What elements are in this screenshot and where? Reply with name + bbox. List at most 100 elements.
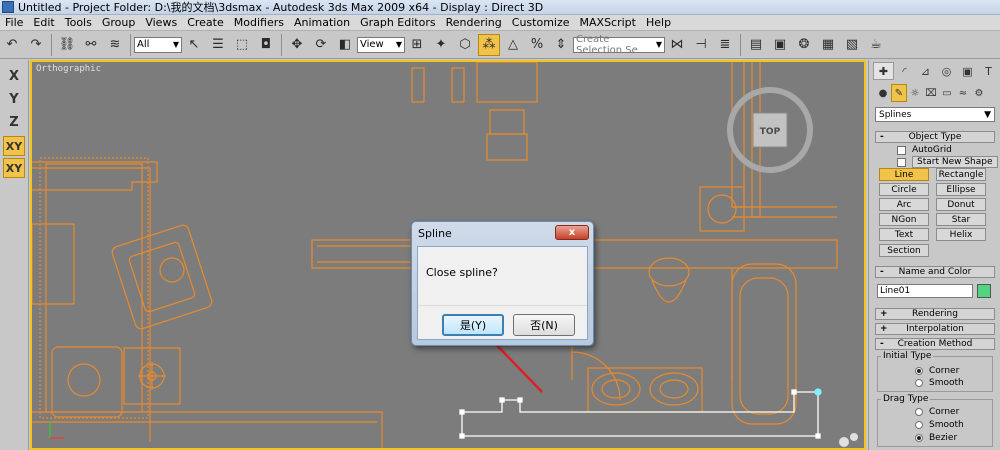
- utilities-tab-icon[interactable]: T: [978, 62, 999, 80]
- rendering-rollout[interactable]: + Rendering: [875, 308, 995, 320]
- arc-button[interactable]: Arc: [879, 198, 929, 211]
- space-warps-icon[interactable]: ≈: [955, 84, 971, 102]
- material-editor-icon[interactable]: ❂: [793, 34, 815, 56]
- angle-snap-icon[interactable]: △: [502, 34, 524, 56]
- menu-graph-editors[interactable]: Graph Editors: [355, 16, 441, 29]
- layer-manager-icon[interactable]: ≣: [714, 34, 736, 56]
- mirror-icon[interactable]: ⋈: [666, 34, 688, 56]
- select-by-name-icon[interactable]: ☰: [207, 34, 229, 56]
- rectangular-selection-icon[interactable]: ⬚: [231, 34, 253, 56]
- pivot-center-icon[interactable]: ⊞: [406, 34, 428, 56]
- keyboard-shortcut-icon[interactable]: ⬡: [454, 34, 476, 56]
- named-selection-set-field[interactable]: Create Selection Se ▼: [573, 34, 665, 56]
- donut-button[interactable]: Donut: [936, 198, 986, 211]
- line-button[interactable]: Line: [879, 168, 929, 181]
- render-frame-icon[interactable]: ▧: [841, 34, 863, 56]
- name-and-color-rollout[interactable]: - Name and Color: [875, 266, 995, 278]
- align-icon[interactable]: ⊣: [690, 34, 712, 56]
- axis-xy-cycle-button[interactable]: XY: [3, 158, 25, 178]
- select-and-move-icon[interactable]: ✥: [286, 34, 308, 56]
- window-crossing-icon[interactable]: ◘: [255, 34, 277, 56]
- select-and-rotate-icon[interactable]: ⟳: [310, 34, 332, 56]
- close-icon[interactable]: x: [555, 225, 589, 240]
- select-manipulate-icon[interactable]: ✦: [430, 34, 452, 56]
- geometry-icon[interactable]: ●: [875, 84, 891, 102]
- curve-editor-icon[interactable]: ▤: [745, 34, 767, 56]
- systems-icon[interactable]: ⚙: [971, 84, 987, 102]
- redo-icon[interactable]: ↷: [25, 34, 47, 56]
- initial-smooth-radio-row[interactable]: Smooth: [915, 378, 964, 388]
- render-setup-icon[interactable]: ▦: [817, 34, 839, 56]
- lights-icon[interactable]: ☼: [907, 84, 923, 102]
- menu-animation[interactable]: Animation: [289, 16, 355, 29]
- menu-views[interactable]: Views: [140, 16, 182, 29]
- drag-smooth-radio-row[interactable]: Smooth: [915, 420, 964, 430]
- modify-tab-icon[interactable]: ◜: [894, 62, 915, 80]
- menu-help[interactable]: Help: [641, 16, 676, 29]
- text-button[interactable]: Text: [879, 228, 929, 241]
- undo-icon[interactable]: ↶: [1, 34, 23, 56]
- start-new-shape-checkbox[interactable]: [897, 157, 906, 167]
- autogrid-checkbox-row[interactable]: AutoGrid: [897, 145, 952, 155]
- helpers-icon[interactable]: ▭: [939, 84, 955, 102]
- axis-xy-button[interactable]: XY: [3, 136, 25, 156]
- initial-corner-radio-row[interactable]: Corner: [915, 366, 959, 376]
- axis-z-button[interactable]: Z: [3, 112, 25, 132]
- initial-smooth-radio[interactable]: [915, 379, 923, 387]
- drag-bezier-radio[interactable]: [915, 434, 923, 442]
- drag-corner-radio[interactable]: [915, 408, 923, 416]
- axis-y-button[interactable]: Y: [3, 89, 25, 109]
- helix-button[interactable]: Helix: [936, 228, 986, 241]
- display-tab-icon[interactable]: ▣: [957, 62, 978, 80]
- interpolation-rollout[interactable]: + Interpolation: [875, 323, 995, 335]
- render-production-icon[interactable]: ☕: [865, 34, 887, 56]
- menu-group[interactable]: Group: [97, 16, 141, 29]
- menu-create[interactable]: Create: [182, 16, 229, 29]
- motion-tab-icon[interactable]: ◎: [936, 62, 957, 80]
- yes-button[interactable]: 是(Y): [442, 314, 504, 336]
- select-object-icon[interactable]: ↖: [183, 34, 205, 56]
- object-color-swatch[interactable]: [977, 284, 991, 298]
- viewport-label[interactable]: Orthographic: [36, 64, 101, 74]
- axis-x-button[interactable]: X: [3, 66, 25, 86]
- reference-coordinate-select[interactable]: View ▼: [357, 36, 405, 53]
- drag-bezier-radio-row[interactable]: Bezier: [915, 433, 957, 443]
- ellipse-button[interactable]: Ellipse: [936, 183, 986, 196]
- drag-smooth-radio[interactable]: [915, 421, 923, 429]
- create-tab-icon[interactable]: ✚: [873, 62, 894, 80]
- rectangle-button[interactable]: Rectangle: [936, 168, 986, 181]
- menu-maxscript[interactable]: MAXScript: [575, 16, 641, 29]
- app-icon[interactable]: [2, 1, 14, 13]
- menu-customize[interactable]: Customize: [507, 16, 575, 29]
- menu-file[interactable]: File: [0, 16, 28, 29]
- selection-filter-select[interactable]: All ▼: [134, 36, 182, 53]
- star-button[interactable]: Star: [936, 213, 986, 226]
- menu-rendering[interactable]: Rendering: [441, 16, 507, 29]
- viewcube[interactable]: TOP: [727, 87, 813, 173]
- menu-modifiers[interactable]: Modifiers: [229, 16, 289, 29]
- menu-edit[interactable]: Edit: [28, 16, 59, 29]
- snaps-toggle-icon[interactable]: ⁂: [478, 33, 500, 56]
- hierarchy-tab-icon[interactable]: ⊿: [915, 62, 936, 80]
- select-and-link-icon[interactable]: ⛓: [56, 34, 78, 56]
- drag-corner-radio-row[interactable]: Corner: [915, 407, 959, 417]
- bind-space-warp-icon[interactable]: ≋: [104, 34, 126, 56]
- unlink-icon[interactable]: ⚯: [80, 34, 102, 56]
- section-button[interactable]: Section: [879, 244, 929, 257]
- object-name-field[interactable]: Line01: [877, 284, 973, 298]
- initial-corner-radio[interactable]: [915, 367, 923, 375]
- ngon-button[interactable]: NGon: [879, 213, 929, 226]
- select-and-scale-icon[interactable]: ◧: [334, 34, 356, 56]
- menu-tools[interactable]: Tools: [60, 16, 97, 29]
- cameras-icon[interactable]: ⌧: [923, 84, 939, 102]
- start-new-shape-row[interactable]: Start New Shape: [897, 156, 998, 168]
- percent-snap-icon[interactable]: %: [526, 34, 548, 56]
- shape-category-dropdown[interactable]: Splines ▼: [875, 107, 995, 122]
- object-type-rollout[interactable]: - Object Type: [875, 131, 995, 143]
- schematic-view-icon[interactable]: ▣: [769, 34, 791, 56]
- autogrid-checkbox[interactable]: [897, 145, 906, 155]
- creation-method-rollout[interactable]: - Creation Method: [875, 338, 995, 350]
- shapes-icon[interactable]: ✎: [891, 84, 907, 102]
- no-button[interactable]: 否(N): [513, 314, 575, 336]
- start-new-shape-button[interactable]: Start New Shape: [912, 156, 998, 168]
